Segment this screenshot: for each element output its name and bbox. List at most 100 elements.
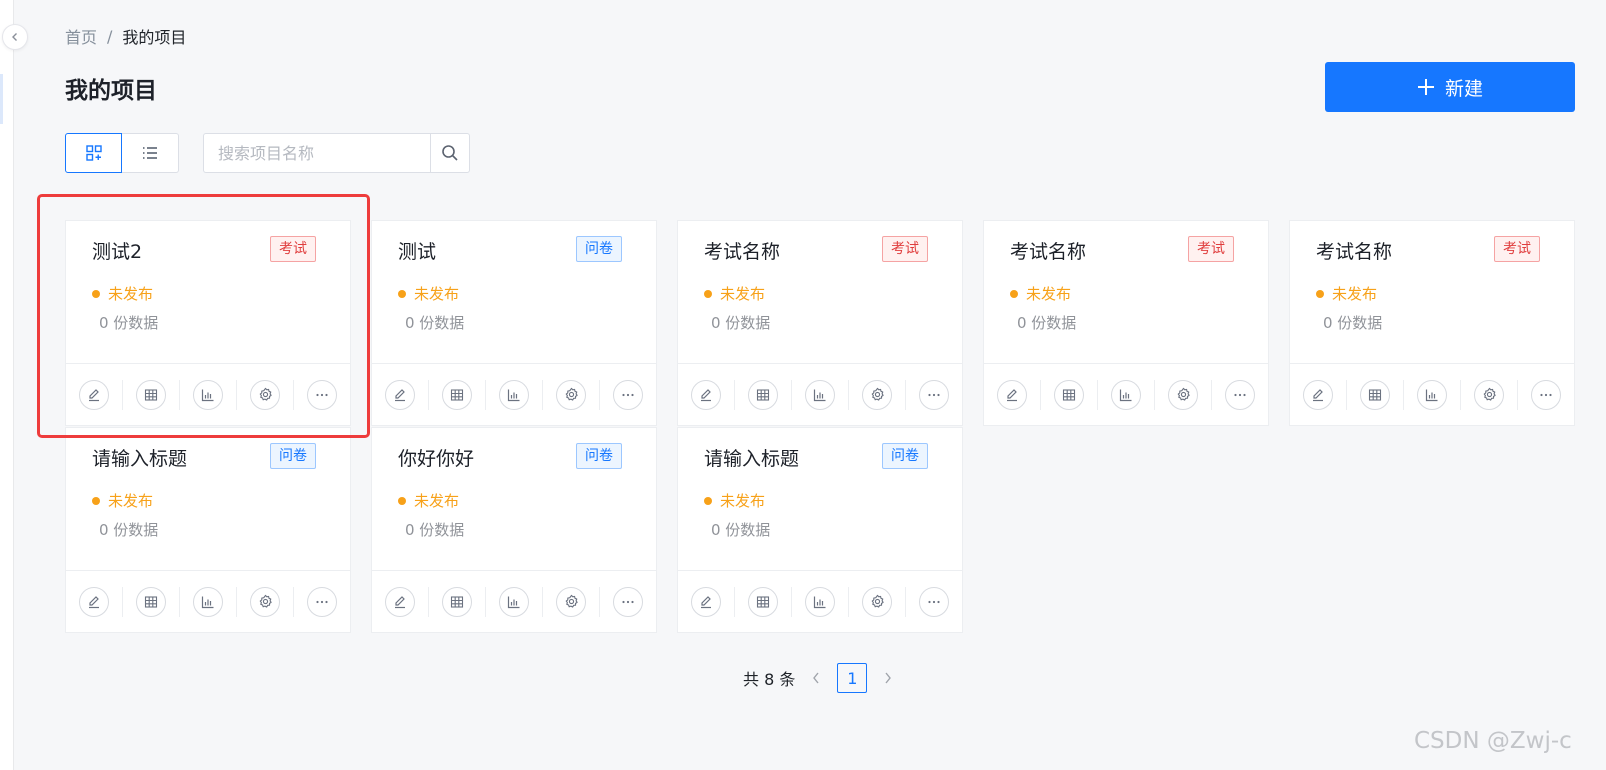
action-cell xyxy=(123,586,180,617)
project-card[interactable]: 考试名称 考试 未发布 0 份数据 xyxy=(983,220,1269,426)
edit-icon xyxy=(699,595,713,609)
project-status: 未发布 xyxy=(704,283,765,304)
sidebar-collapse-button[interactable] xyxy=(2,24,28,50)
page-number[interactable]: 1 xyxy=(837,663,868,693)
status-text: 未发布 xyxy=(108,492,154,510)
data-table-button[interactable] xyxy=(442,379,472,410)
watermark: CSDN @Zwj-c xyxy=(1414,728,1572,754)
gear-icon xyxy=(870,594,885,609)
project-type-tag: 考试 xyxy=(1188,236,1234,262)
project-card[interactable]: 考试名称 考试 未发布 0 份数据 xyxy=(677,220,963,426)
breadcrumb-home[interactable]: 首页 xyxy=(65,24,97,48)
card-action-bar xyxy=(372,363,656,425)
settings-button[interactable] xyxy=(250,379,280,410)
more-icon xyxy=(927,595,941,609)
gear-icon xyxy=(258,387,273,402)
status-text: 未发布 xyxy=(1332,285,1378,303)
data-table-button[interactable] xyxy=(1054,379,1084,410)
edit-button[interactable] xyxy=(691,379,721,410)
action-cell xyxy=(849,586,906,617)
edit-button[interactable] xyxy=(79,379,109,410)
statistics-button[interactable] xyxy=(805,379,835,410)
statistics-button[interactable] xyxy=(805,586,835,617)
statistics-button[interactable] xyxy=(193,586,223,617)
statistics-button[interactable] xyxy=(193,379,223,410)
statistics-button[interactable] xyxy=(1417,379,1447,410)
status-text: 未发布 xyxy=(414,492,460,510)
grid-view-icon xyxy=(85,145,102,161)
project-card[interactable]: 测试2 考试 未发布 0 份数据 xyxy=(65,220,351,426)
project-status: 未发布 xyxy=(398,283,459,304)
project-status: 未发布 xyxy=(398,490,459,511)
settings-button[interactable] xyxy=(862,379,892,410)
data-table-button[interactable] xyxy=(136,379,166,410)
settings-button[interactable] xyxy=(1168,379,1198,410)
settings-button[interactable] xyxy=(250,586,280,617)
action-cell xyxy=(237,379,294,410)
data-table-button[interactable] xyxy=(442,586,472,617)
bar-chart-icon xyxy=(1119,388,1133,402)
gear-icon xyxy=(1482,387,1497,402)
search-button[interactable] xyxy=(430,133,470,173)
more-icon xyxy=(1539,388,1553,402)
more-button[interactable] xyxy=(1225,379,1255,410)
prev-page-button[interactable] xyxy=(807,664,825,692)
search-input[interactable] xyxy=(203,133,430,173)
project-card[interactable]: 考试名称 考试 未发布 0 份数据 xyxy=(1289,220,1575,426)
edit-button[interactable] xyxy=(385,586,415,617)
edit-icon xyxy=(699,388,713,402)
settings-button[interactable] xyxy=(1474,379,1504,410)
more-button[interactable] xyxy=(613,586,643,617)
data-table-button[interactable] xyxy=(748,586,778,617)
statistics-button[interactable] xyxy=(1111,379,1141,410)
project-card[interactable]: 测试 问卷 未发布 0 份数据 xyxy=(371,220,657,426)
list-view-button[interactable] xyxy=(122,133,179,173)
edit-icon xyxy=(87,595,101,609)
edit-button[interactable] xyxy=(691,586,721,617)
more-button[interactable] xyxy=(919,379,949,410)
project-type-tag: 考试 xyxy=(270,236,316,262)
data-table-button[interactable] xyxy=(136,586,166,617)
action-cell xyxy=(237,586,294,617)
settings-button[interactable] xyxy=(556,586,586,617)
project-data-count: 0 份数据 xyxy=(99,521,159,539)
project-title: 请输入标题 xyxy=(704,448,800,470)
more-icon xyxy=(1233,388,1247,402)
more-button[interactable] xyxy=(919,586,949,617)
settings-button[interactable] xyxy=(556,379,586,410)
grid-view-button[interactable] xyxy=(65,133,122,173)
card-action-bar xyxy=(984,363,1268,425)
edit-button[interactable] xyxy=(997,379,1027,410)
edit-button[interactable] xyxy=(1303,379,1333,410)
table-icon xyxy=(450,388,464,402)
statistics-button[interactable] xyxy=(499,379,529,410)
project-card[interactable]: 请输入标题 问卷 未发布 0 份数据 xyxy=(65,427,351,633)
action-cell xyxy=(486,586,543,617)
statistics-button[interactable] xyxy=(499,586,529,617)
edit-button[interactable] xyxy=(385,379,415,410)
edit-icon xyxy=(393,388,407,402)
next-page-button[interactable] xyxy=(879,664,897,692)
edit-button[interactable] xyxy=(79,586,109,617)
status-text: 未发布 xyxy=(720,492,766,510)
project-status: 未发布 xyxy=(92,283,153,304)
project-data-count: 0 份数据 xyxy=(99,314,159,332)
more-button[interactable] xyxy=(307,379,337,410)
data-table-button[interactable] xyxy=(748,379,778,410)
more-button[interactable] xyxy=(613,379,643,410)
action-cell xyxy=(1461,379,1518,410)
more-button[interactable] xyxy=(307,586,337,617)
settings-button[interactable] xyxy=(862,586,892,617)
project-card[interactable]: 你好你好 问卷 未发布 0 份数据 xyxy=(371,427,657,633)
table-icon xyxy=(144,595,158,609)
table-icon xyxy=(756,595,770,609)
new-project-button[interactable]: 新建 xyxy=(1325,62,1575,112)
breadcrumb: 首页 / 我的项目 xyxy=(65,24,186,48)
data-table-button[interactable] xyxy=(1360,379,1390,410)
action-cell xyxy=(180,379,237,410)
project-card[interactable]: 请输入标题 问卷 未发布 0 份数据 xyxy=(677,427,963,633)
more-button[interactable] xyxy=(1531,379,1561,410)
status-text: 未发布 xyxy=(1026,285,1072,303)
action-cell xyxy=(906,586,962,617)
project-title: 考试名称 xyxy=(704,241,781,263)
